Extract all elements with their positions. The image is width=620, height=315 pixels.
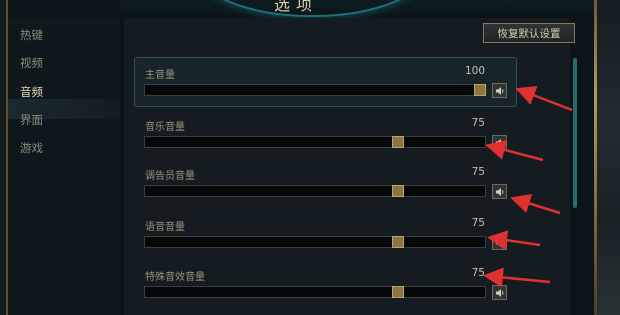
scrollbar-thumb[interactable] (573, 58, 577, 208)
speaker-icon (496, 87, 504, 95)
volume-value: 100 (464, 65, 485, 77)
sidebar-item-game[interactable]: 游戏 (20, 140, 43, 156)
volume-slider-track[interactable] (144, 136, 486, 148)
volume-slider-track[interactable] (144, 236, 486, 248)
volume-slider-thumb[interactable] (474, 84, 486, 96)
speaker-icon (496, 239, 504, 247)
speaker-icon (496, 139, 504, 147)
volume-slider-thumb[interactable] (392, 136, 404, 148)
volume-slider-thumb[interactable] (392, 185, 404, 197)
volume-value: 75 (471, 117, 485, 129)
sidebar-item-audio[interactable]: 音频 (20, 84, 43, 100)
mute-toggle-button[interactable] (492, 184, 507, 199)
volume-label: 主音量 (145, 70, 175, 81)
mute-toggle-button[interactable] (492, 235, 507, 250)
volume-slider-track[interactable] (144, 286, 486, 298)
volume-slider-track[interactable] (144, 185, 486, 197)
settings-sidebar: 热键 视频 音频 界面 游戏 (8, 18, 120, 315)
speaker-icon (496, 188, 504, 196)
window-right-background (594, 0, 620, 315)
window-title: 选项 (274, 0, 319, 14)
volume-label: 特殊音效音量 (145, 272, 205, 283)
mute-toggle-button[interactable] (492, 83, 507, 98)
window-right-border (594, 0, 597, 315)
volume-value: 75 (471, 166, 485, 178)
volume-slider-track[interactable] (144, 84, 486, 96)
volume-value: 75 (471, 217, 485, 229)
sidebar-item-interface[interactable]: 界面 (20, 112, 43, 128)
volume-label: 语音音量 (145, 222, 185, 233)
sidebar-item-hotkeys[interactable]: 热键 (20, 27, 43, 43)
volume-label: 调告员音量 (145, 171, 195, 182)
volume-value: 75 (471, 267, 485, 279)
volume-slider-thumb[interactable] (392, 236, 404, 248)
volume-label: 音乐音量 (145, 122, 185, 133)
mute-toggle-button[interactable] (492, 135, 507, 150)
volume-slider-thumb[interactable] (392, 286, 404, 298)
restore-defaults-button[interactable]: 恢复默认设置 (483, 23, 575, 43)
sidebar-item-video[interactable]: 视频 (20, 55, 43, 71)
mute-toggle-button[interactable] (492, 285, 507, 300)
speaker-icon (496, 289, 504, 297)
